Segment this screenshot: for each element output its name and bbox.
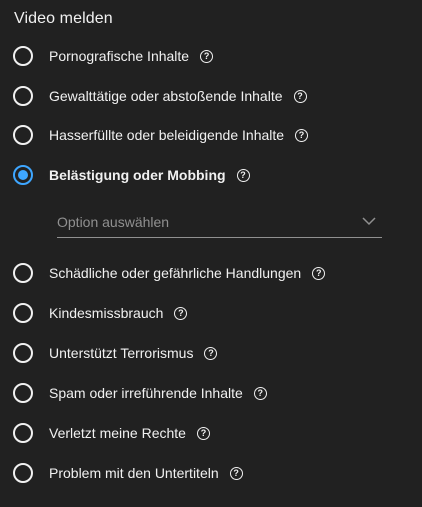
dialog-title: Video melden <box>14 10 113 27</box>
option-label: Hasserfüllte oder beleidigende Inhalte <box>49 127 285 143</box>
chevron-down-icon <box>362 217 376 226</box>
radio-button[interactable] <box>13 383 33 403</box>
option-label: Schädliche oder gefährliche Handlungen <box>49 265 302 281</box>
option-label: Belästigung oder Mobbing <box>49 167 226 183</box>
report-option-harassment[interactable]: Belästigung oder Mobbing ? <box>13 163 250 187</box>
report-video-dialog: Video melden Pornografische Inhalte ? Ge… <box>0 0 422 507</box>
radio-button[interactable] <box>13 46 33 66</box>
report-option-terrorism[interactable]: Unterstützt Terrorismus ? <box>13 341 218 365</box>
report-option-harmful-acts[interactable]: Schädliche oder gefährliche Handlungen ? <box>13 261 326 285</box>
help-circle-icon[interactable]: ? <box>200 49 214 63</box>
report-option-spam[interactable]: Spam oder irreführende Inhalte ? <box>13 381 267 405</box>
option-label: Problem mit den Untertiteln <box>49 465 219 481</box>
help-circle-icon[interactable]: ? <box>295 128 309 142</box>
help-circle-icon[interactable]: ? <box>293 89 307 103</box>
radio-button[interactable] <box>13 125 33 145</box>
option-label: Pornografische Inhalte <box>49 48 190 64</box>
radio-button[interactable] <box>13 303 33 323</box>
option-label: Unterstützt Terrorismus <box>49 345 194 361</box>
dropdown-placeholder: Option auswählen <box>57 214 170 230</box>
help-circle-icon[interactable]: ? <box>236 168 250 182</box>
radio-button[interactable] <box>13 343 33 363</box>
report-option-violent[interactable]: Gewalttätige oder abstoßende Inhalte ? <box>13 84 307 108</box>
report-option-hateful[interactable]: Hasserfüllte oder beleidigende Inhalte ? <box>13 123 309 147</box>
option-label: Verletzt meine Rechte <box>49 425 186 441</box>
report-option-captions-problem[interactable]: Problem mit den Untertiteln ? <box>13 461 243 485</box>
help-circle-icon[interactable]: ? <box>253 386 267 400</box>
help-circle-icon[interactable]: ? <box>174 306 188 320</box>
radio-button[interactable] <box>13 263 33 283</box>
radio-button[interactable] <box>13 463 33 483</box>
help-circle-icon[interactable]: ? <box>312 266 326 280</box>
radio-button[interactable] <box>13 86 33 106</box>
suboption-dropdown[interactable]: Option auswählen <box>57 206 382 238</box>
report-option-child-abuse[interactable]: Kindesmissbrauch ? <box>13 301 188 325</box>
help-circle-icon[interactable]: ? <box>196 426 210 440</box>
help-circle-icon[interactable]: ? <box>204 346 218 360</box>
report-option-pornographic[interactable]: Pornografische Inhalte ? <box>13 44 214 68</box>
radio-button-checked[interactable] <box>13 165 33 185</box>
help-circle-icon[interactable]: ? <box>229 466 243 480</box>
option-label: Gewalttätige oder abstoßende Inhalte <box>49 88 283 104</box>
option-label: Kindesmissbrauch <box>49 305 164 321</box>
option-label: Spam oder irreführende Inhalte <box>49 385 243 401</box>
report-option-rights-violation[interactable]: Verletzt meine Rechte ? <box>13 421 210 445</box>
radio-button[interactable] <box>13 423 33 443</box>
